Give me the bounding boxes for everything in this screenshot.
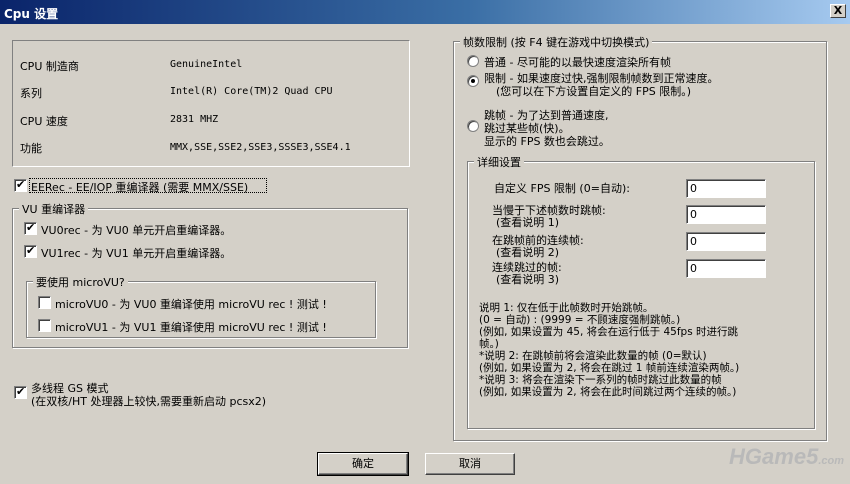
eerec-checkbox[interactable] (14, 178, 27, 192)
radio-skip-label-line3[interactable]: 显示的 FPS 数也会跳过。 (484, 133, 610, 149)
cpu-vendor-value: GenuineIntel (170, 59, 243, 70)
watermark-logo: HGame5.com (729, 444, 844, 470)
mtgs-checkbox[interactable] (14, 385, 27, 399)
close-button[interactable]: X (830, 4, 846, 18)
consecutive-frames-input[interactable] (686, 232, 766, 251)
vu1rec-label[interactable]: VU1rec - 为 VU1 单元开启重编译器。 (41, 245, 231, 261)
cpu-family-value: Intel(R) Core(TM)2 Quad CPU (170, 86, 333, 97)
vu1rec-checkbox[interactable] (24, 244, 37, 258)
frame-limit-legend: 帧数限制 (按 F4 键在游戏中切换模式) (460, 34, 653, 50)
cancel-button[interactable]: 取消 (425, 453, 515, 475)
detail-group-legend: 详细设置 (474, 154, 524, 170)
ok-button[interactable]: 确定 (317, 452, 409, 476)
vu0rec-checkbox[interactable] (24, 221, 37, 235)
radio-limit-label-line2[interactable]: (您可以在下方设置自定义的 FPS 限制。) (496, 83, 691, 99)
cpu-speed-label: CPU 速度 (20, 115, 68, 128)
microvu0-label[interactable]: microVU0 - 为 VU0 重编译使用 microVU rec ! 测试 … (55, 296, 327, 312)
cpu-speed-value: 2831 MHZ (170, 114, 219, 125)
note-line-3: (例如, 如果设置为 45, 将会在运行低于 45fps 时进行跳 (479, 326, 739, 338)
microvu1-checkbox[interactable] (38, 319, 51, 332)
microvu0-checkbox[interactable] (38, 296, 51, 309)
skip-below-note: (查看说明 1) (496, 216, 560, 229)
fps-limit-label: 自定义 FPS 限制 (0=自动): (494, 182, 630, 195)
mtgs-label-line2[interactable]: (在双核/HT 处理器上较快,需要重新启动 pcsx2) (31, 393, 266, 409)
skip-below-input[interactable] (686, 205, 766, 224)
cpu-vendor-label: CPU 制造商 (20, 60, 79, 73)
radio-limit[interactable] (467, 75, 479, 87)
cpu-features-value: MMX,SSE,SSE2,SSE3,SSSE3,SSE4.1 (170, 142, 351, 153)
note-line-8: (例如, 如果设置为 2, 将会在此时间跳过两个连续的帧。) (479, 386, 737, 398)
title-bar: Cpu 设置 X (0, 0, 850, 24)
vu0rec-label[interactable]: VU0rec - 为 VU0 单元开启重编译器。 (41, 222, 231, 238)
microvu1-label[interactable]: microVU1 - 为 VU1 重编译使用 microVU rec ! 测试 … (55, 319, 327, 335)
eerec-label[interactable]: EERec - EE/IOP 重编译器 (需要 MMX/SSE) (31, 179, 248, 195)
cpu-family-label: 系列 (20, 87, 42, 100)
watermark-main: HGame5 (729, 444, 819, 469)
skipped-frames-note: (查看说明 3) (496, 273, 560, 286)
radio-normal[interactable] (467, 55, 479, 67)
microvu-group-legend: 要使用 microVU? (33, 274, 128, 290)
watermark-suffix: .com (818, 455, 844, 467)
consecutive-frames-note: (查看说明 2) (496, 246, 560, 259)
vu-group-legend: VU 重编译器 (19, 201, 89, 217)
window-title: Cpu 设置 (4, 7, 59, 21)
skipped-frames-input[interactable] (686, 259, 766, 278)
radio-normal-label[interactable]: 普通 - 尽可能的以最快速度渲染所有帧 (484, 54, 671, 70)
cpu-features-label: 功能 (20, 142, 42, 155)
fps-limit-input[interactable] (686, 179, 766, 198)
radio-skip[interactable] (467, 120, 479, 132)
